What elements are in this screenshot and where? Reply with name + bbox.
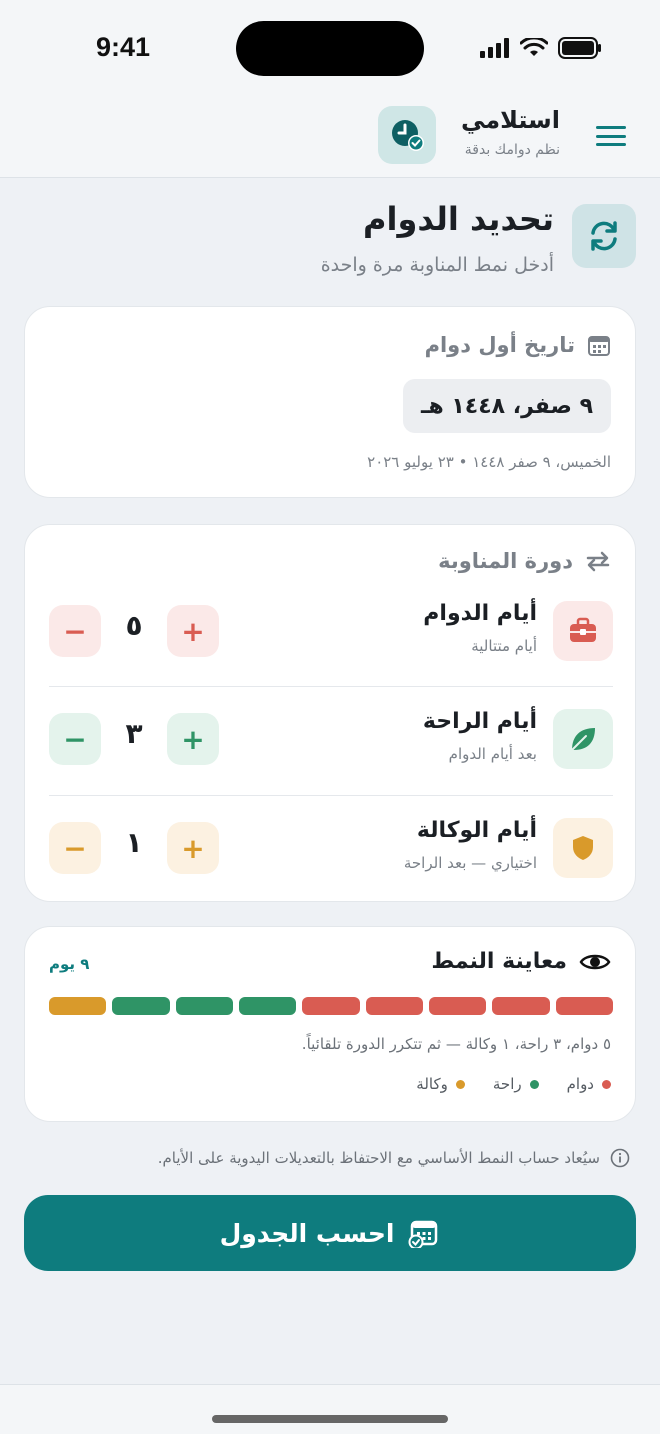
app-header: استلامي نظم دوامك بدقة [0,96,660,178]
calendar-check-icon [408,1220,438,1248]
first-date-header: تاريخ أول دوام [425,333,611,357]
rest-days-value: ٣ [125,717,143,750]
legend-dot [602,1079,611,1089]
cycle-label: دورة المناوبة [438,549,573,573]
legend-dot [529,1079,539,1089]
app-subtitle: نظم دوامك بدقة [464,142,560,158]
date-picker[interactable]: ٩ صفر، ١٤٤٨ هـ [402,379,611,433]
pattern-segment-rest [239,997,297,1015]
first-date-label: تاريخ أول دوام [424,333,575,357]
battery-icon [558,37,601,59]
cycle-header: دورة المناوبة [438,549,611,573]
pattern-segment-work [429,997,487,1015]
agency-days-icon-box [553,818,613,878]
rest-days-label: أيام الراحة [422,709,537,734]
cycle-card: دورة المناوبة أيام الدوام أيام متتالية +… [24,524,636,902]
preview-description: ٥ دوام، ٣ راحة، ١ وكالة — ثم تتكرر الدور… [301,1035,611,1053]
legend-dot [455,1079,465,1089]
rest-days-icon-box [553,709,613,769]
dynamic-island [236,21,424,76]
agency-days-row: أيام الوكالة اختياري — بعد الراحة + ١ − [25,800,637,908]
pattern-bar [49,997,613,1015]
briefcase-icon [570,617,596,642]
app-logo [378,106,436,164]
app-title: استلامي [461,106,560,134]
agency-days-sub: اختياري — بعد الراحة [403,854,537,872]
first-date-card: تاريخ أول دوام ٩ صفر، ١٤٤٨ هـ الخميس، ٩ … [24,306,636,498]
agency-days-label: أيام الوكالة [416,818,537,843]
info-note: سيُعاد حساب النمط الأساسي مع الاحتفاظ با… [158,1148,630,1168]
work-days-label: أيام الدوام [423,601,537,626]
refresh-icon [591,221,617,251]
calculate-button-label: احسب الجدول [219,1218,395,1248]
calculate-schedule-button[interactable]: احسب الجدول [24,1195,636,1271]
preview-title: معاينة النمط [431,949,567,974]
status-time: 9:41 [96,32,151,62]
work-days-row: أيام الدوام أيام متتالية + ٥ − [25,583,637,691]
legend-item-rest: راحة [493,1075,539,1093]
divider [49,686,613,687]
divider [49,795,613,796]
legend-item-agency: وكالة [416,1075,465,1093]
preview-days-count: ٩ يوم [49,955,90,973]
agency-days-plus-button[interactable]: + [167,822,219,874]
pattern-segment-rest [175,997,234,1015]
refresh-button[interactable] [572,204,636,268]
work-days-minus-button[interactable]: − [49,605,101,657]
preview-legend: دوام راحة وكالة [416,1075,611,1093]
preview-header: معاينة النمط [431,949,611,974]
status-icons [480,36,602,60]
signal-icon [480,38,509,58]
status-bar: 9:41 [0,0,660,96]
bottom-bar [0,1384,660,1434]
work-days-icon-box [553,601,613,661]
agency-days-minus-button[interactable]: − [49,822,101,874]
pattern-segment-work [555,997,613,1015]
page-subtitle: أدخل نمط المناوبة مرة واحدة [320,254,554,276]
rest-days-row: أيام الراحة بعد أيام الدوام + ٣ − [25,691,637,799]
page-title: تحديد الدوام [363,200,554,238]
home-indicator[interactable] [212,1415,448,1423]
info-icon [610,1148,630,1168]
work-days-value: ٥ [125,609,143,642]
info-note-text: سيُعاد حساب النمط الأساسي مع الاحتفاظ با… [157,1149,600,1167]
repeat-icon [586,551,610,572]
pattern-segment-work [302,997,360,1015]
shield-icon [573,836,593,860]
pattern-segment-work [492,997,550,1015]
pattern-segment-rest [112,997,170,1015]
hamburger-icon [596,126,626,129]
legend-item-work: دوام [567,1075,611,1093]
rest-days-plus-button[interactable]: + [167,713,219,765]
eye-icon [579,954,611,969]
rest-days-minus-button[interactable]: − [49,713,101,765]
work-days-sub: أيام متتالية [471,637,537,655]
pattern-segment-work [365,997,424,1015]
calendar-icon [588,336,610,356]
clock-check-icon [392,120,424,151]
rest-days-sub: بعد أيام الدوام [448,745,537,763]
preview-card: معاينة النمط ٩ يوم ٥ دوام، ٣ راحة، ١ وكا… [24,926,636,1122]
menu-button[interactable] [594,122,628,150]
work-days-plus-button[interactable]: + [167,605,219,657]
leaf-icon [571,728,595,751]
agency-days-value: ١ [125,826,143,859]
date-description: الخميس، ٩ صفر ١٤٤٨ • ٢٣ يوليو ٢٠٢٦ [367,453,611,471]
wifi-icon [520,38,548,56]
pattern-segment-agency [49,997,107,1015]
